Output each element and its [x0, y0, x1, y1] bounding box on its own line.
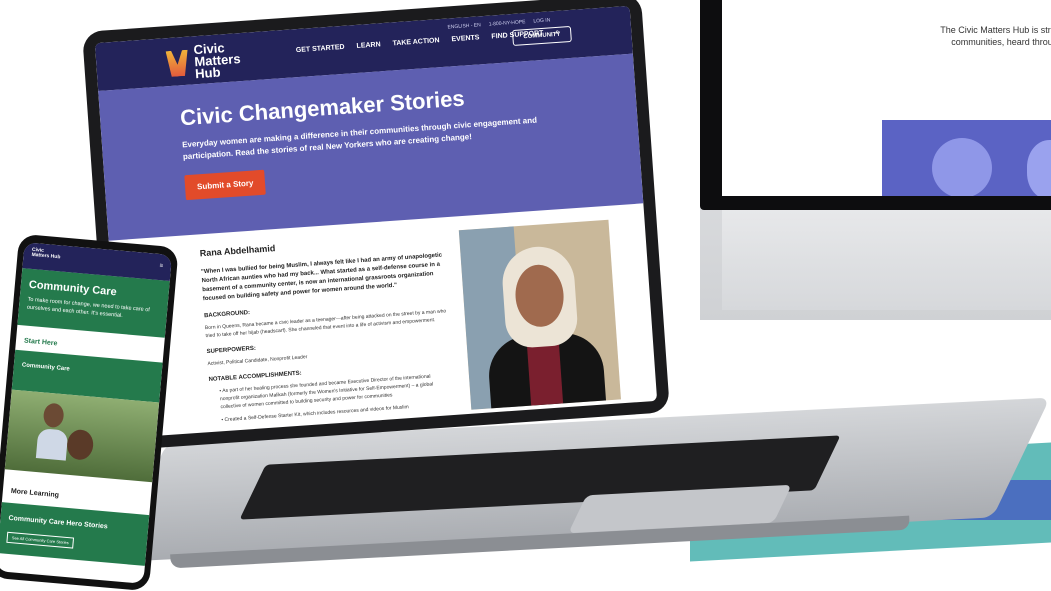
monitor-screen: The Civic Matters Hub is stronger commun… — [722, 0, 1051, 196]
nav-events[interactable]: EVENTS — [451, 34, 480, 44]
person-face-image — [1027, 140, 1051, 196]
phone-logo[interactable]: Civic Matters Hub — [31, 247, 62, 261]
laptop-lid: Civic Matters Hub ENGLISH - EN 1-800-NY-… — [82, 0, 670, 452]
monitor-hero-image — [882, 120, 1051, 196]
desktop-monitor: The Civic Matters Hub is stronger commun… — [700, 0, 1051, 320]
story-portrait-image — [458, 219, 621, 410]
language-selector[interactable]: ENGLISH - EN — [447, 22, 481, 30]
nav-take-action[interactable]: TAKE ACTION — [392, 37, 440, 48]
logo-text: Civic Matters Hub — [193, 40, 242, 82]
community-button[interactable]: COMMUNITY — [511, 25, 572, 47]
logo-w-icon — [166, 50, 190, 77]
hamburger-menu-icon[interactable]: ≡ — [159, 263, 163, 269]
story-content: Rana Abdelhamid "When I was bullied for … — [109, 203, 657, 431]
phone-screen: Civic Matters Hub ≡ Community Care To ma… — [0, 242, 173, 584]
login-link[interactable]: LOG IN — [533, 17, 550, 24]
photo-person — [35, 428, 69, 461]
nav-get-started[interactable]: GET STARTED — [296, 44, 345, 55]
community-care-image — [4, 389, 160, 483]
laptop-screen: Civic Matters Hub ENGLISH - EN 1-800-NY-… — [94, 5, 658, 439]
site-logo[interactable]: Civic Matters Hub — [165, 40, 245, 82]
monitor-intro-text: The Civic Matters Hub is stronger commun… — [940, 25, 1051, 47]
photo-person-head — [42, 402, 65, 429]
submit-story-button[interactable]: Submit a Story — [184, 169, 267, 201]
nav-learn[interactable]: LEARN — [356, 41, 381, 51]
monitor-chin — [722, 210, 1051, 310]
phone-device: Civic Matters Hub ≡ Community Care To ma… — [0, 233, 179, 591]
person-face-image — [932, 138, 992, 196]
hero-stories-title: Community Care Hero Stories — [8, 514, 109, 531]
photo-person-head — [65, 428, 95, 461]
story-quote: "When I was bullied for being Muslim, I … — [200, 252, 443, 303]
monitor-bezel: The Civic Matters Hub is stronger commun… — [700, 0, 1051, 210]
see-all-stories-button[interactable]: See All Community Care Stories — [6, 531, 75, 549]
hotline-link[interactable]: 1-800-NY-HOPE — [489, 19, 526, 28]
